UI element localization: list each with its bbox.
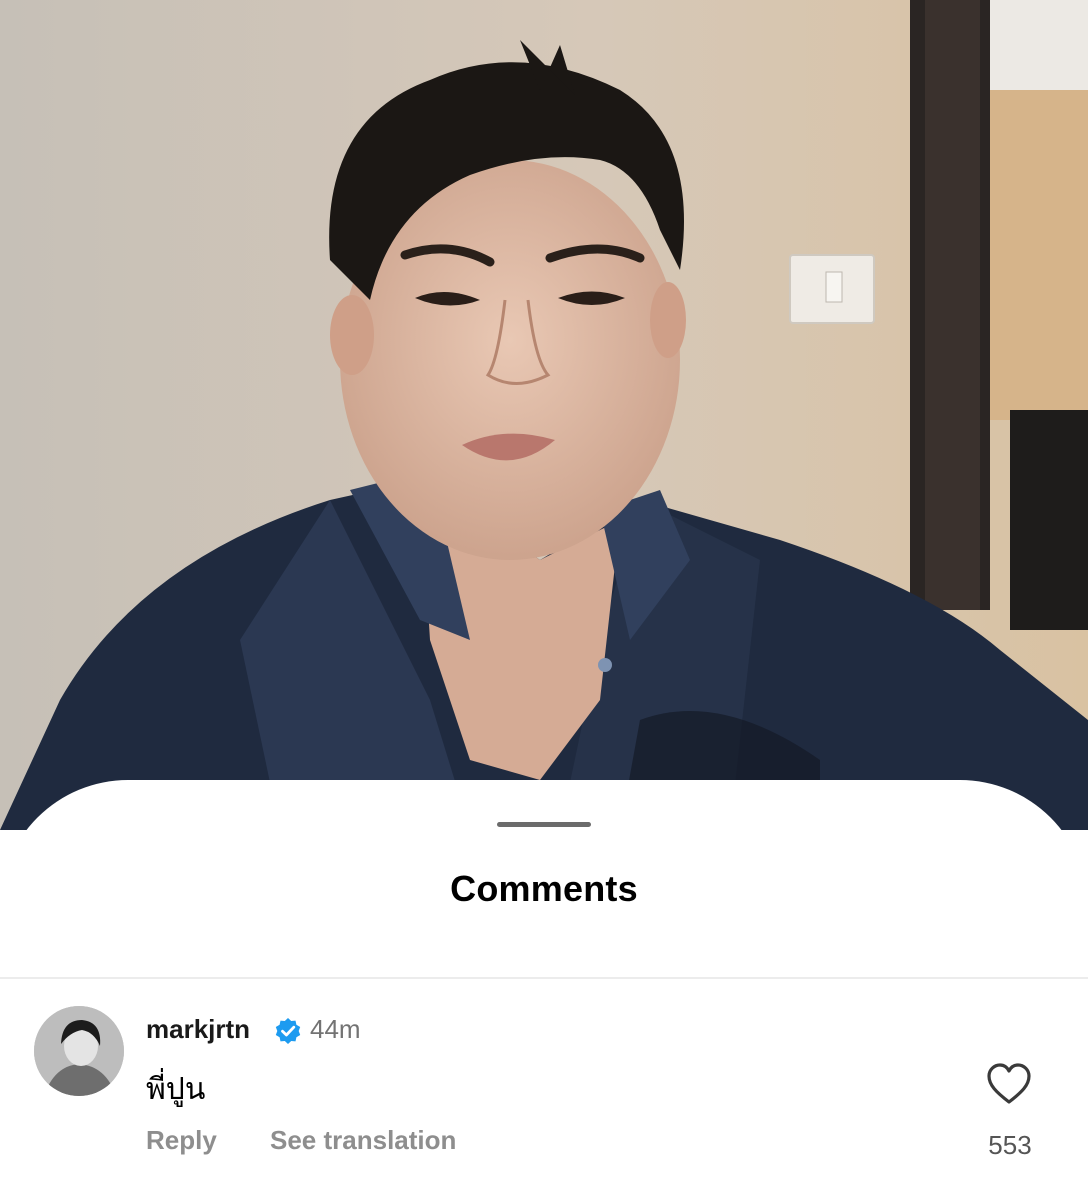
video-frame[interactable] — [0, 0, 1088, 830]
air-conditioner — [990, 0, 1088, 90]
heart-outline-icon[interactable] — [986, 1062, 1032, 1106]
sheet-title: Comments — [450, 868, 638, 909]
see-translation-button[interactable]: See translation — [270, 1125, 456, 1156]
sheet-grabber[interactable] — [497, 822, 591, 827]
like-count: 553 — [988, 1130, 1032, 1160]
divider — [0, 977, 1088, 979]
comment-time: 44m — [310, 1014, 361, 1044]
comment-text: พี่ปูน — [146, 1073, 206, 1106]
comment-username[interactable]: markjrtn — [146, 1014, 250, 1045]
avatar[interactable] — [34, 1006, 124, 1096]
video-scene — [0, 0, 1088, 830]
comment-item: markjrtn 44m พี่ปูน Reply See translatio… — [0, 980, 1088, 1200]
verified-badge-icon — [275, 1018, 301, 1044]
comments-sheet: Comments markjrtn 44m พี่ปูน Reply See t… — [0, 780, 1088, 1200]
reply-button[interactable]: Reply — [146, 1125, 217, 1156]
